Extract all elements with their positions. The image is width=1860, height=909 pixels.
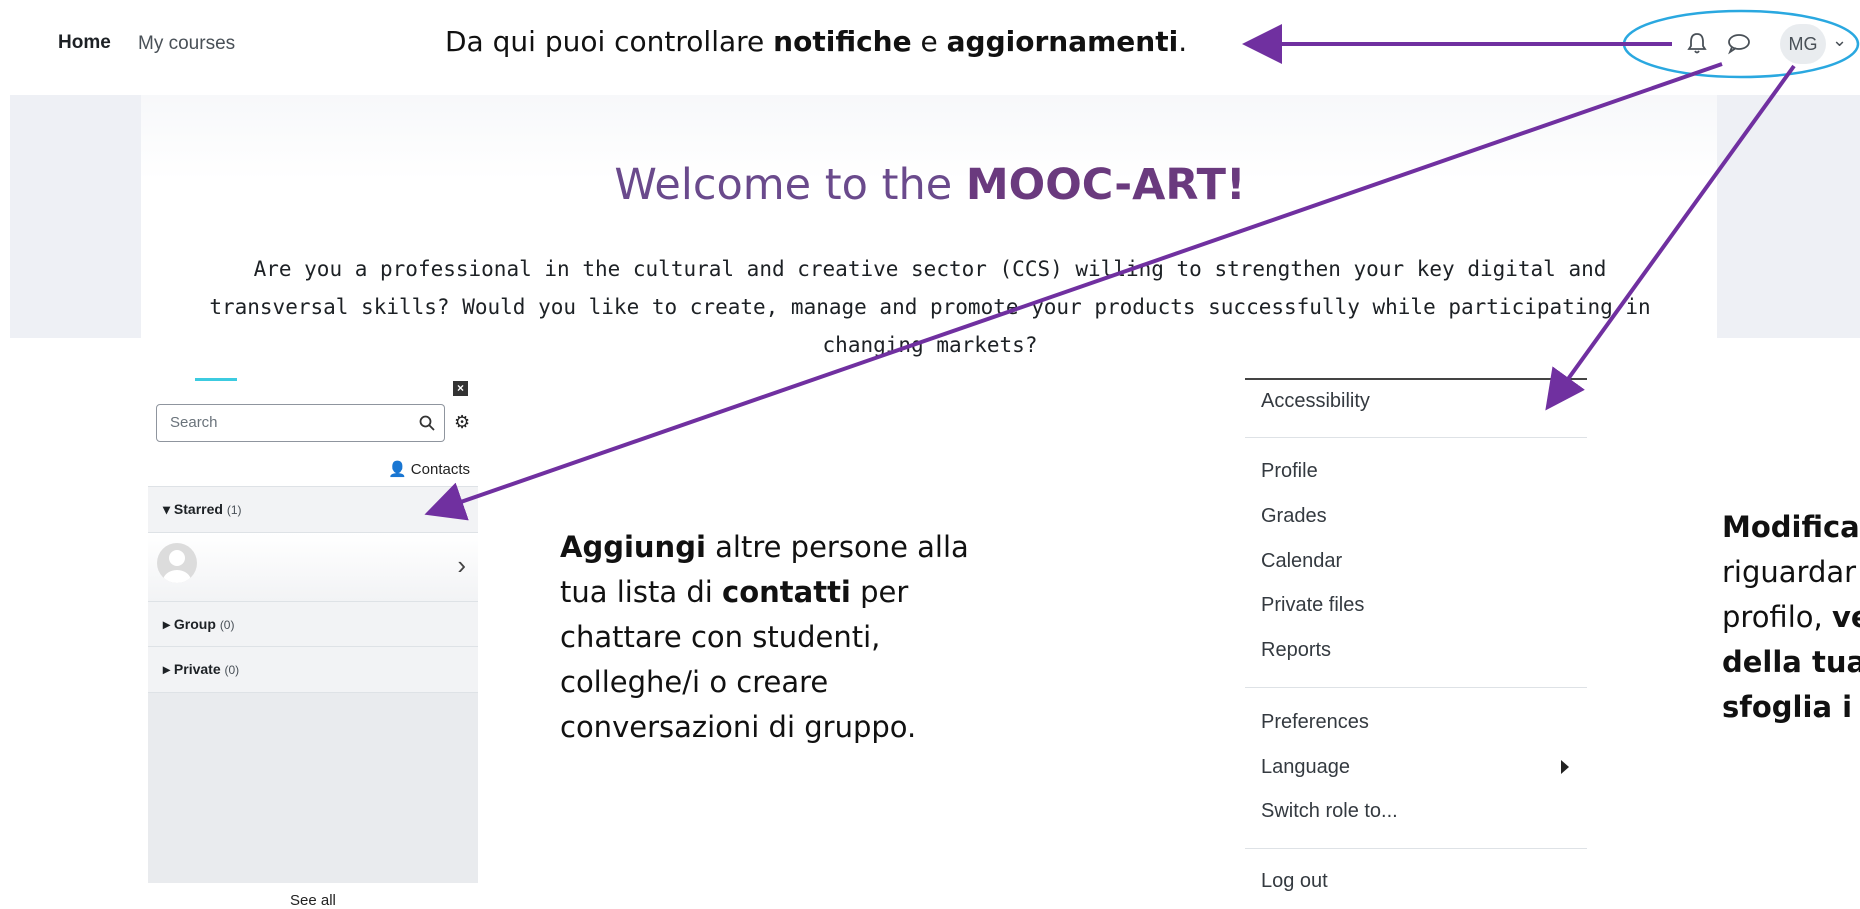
search-icon[interactable]: [410, 404, 445, 442]
menu-item-accessibility[interactable]: Accessibility: [1261, 390, 1370, 413]
nav-home-link[interactable]: Home: [58, 32, 111, 54]
search-input[interactable]: Search: [156, 404, 412, 442]
user-menu: Accessibility Profile Grades Calendar Pr…: [1245, 378, 1587, 909]
chat-bubble-icon[interactable]: [1724, 28, 1754, 58]
menu-item-grades[interactable]: Grades: [1261, 505, 1327, 528]
menu-item-reports[interactable]: Reports: [1261, 639, 1331, 662]
chevron-right-icon: ›: [457, 550, 466, 580]
section-starred[interactable]: ▾ Starred (1): [148, 486, 478, 533]
contacts-link[interactable]: 👤 Contacts: [388, 460, 470, 478]
menu-item-log-out[interactable]: Log out: [1261, 870, 1328, 893]
menu-item-profile[interactable]: Profile: [1261, 460, 1318, 483]
hero-title: Welcome to the MOOC-ART!: [614, 160, 1246, 210]
chevron-down-icon[interactable]: ⌄: [1832, 30, 1847, 51]
user-avatar[interactable]: MG: [1780, 24, 1826, 64]
annotation-contacts: Aggiungi altre persone alla tua lista di…: [560, 530, 969, 744]
messaging-drawer: × Search ⚙ 👤 Contacts ▾ Starred (1) › ▸ …: [148, 378, 478, 883]
menu-divider: [1245, 437, 1587, 438]
drawer-active-tab: [195, 378, 237, 381]
menu-item-calendar[interactable]: Calendar: [1261, 550, 1342, 573]
section-group[interactable]: ▸ Group (0): [148, 601, 478, 648]
menu-divider: [1245, 848, 1587, 849]
drawer-header: × Search ⚙ 👤 Contacts: [148, 378, 478, 488]
hero-description: Are you a professional in the cultural a…: [209, 257, 1651, 357]
avatar: [157, 543, 197, 583]
nav-my-courses-link[interactable]: My courses: [138, 33, 235, 55]
menu-item-language[interactable]: Language: [1261, 756, 1350, 779]
top-navbar: Home My courses Da qui puoi controllare …: [0, 0, 1860, 90]
gear-icon[interactable]: ⚙: [454, 412, 470, 433]
menu-divider: [1245, 687, 1587, 688]
menu-item-preferences[interactable]: Preferences: [1261, 711, 1369, 734]
menu-item-switch-role[interactable]: Switch role to...: [1261, 800, 1398, 823]
contact-list-item[interactable]: ›: [148, 533, 478, 601]
bell-icon[interactable]: [1682, 28, 1712, 58]
close-icon[interactable]: ×: [453, 381, 468, 396]
caret-right-icon: [1561, 760, 1569, 774]
user-icon: 👤: [387, 461, 407, 478]
see-all-link[interactable]: See all: [290, 892, 336, 909]
caret-right-icon: ▸: [163, 616, 171, 632]
menu-item-private-files[interactable]: Private files: [1261, 594, 1364, 617]
caret-right-icon: ▸: [163, 661, 171, 677]
annotation-notifications: Da qui puoi controllare notifiche e aggi…: [445, 25, 1188, 58]
section-private[interactable]: ▸ Private (0): [148, 646, 478, 693]
caret-down-icon: ▾: [163, 501, 171, 517]
annotation-profile: Modifica riguardar profilo, ve della tua…: [1722, 510, 1860, 724]
